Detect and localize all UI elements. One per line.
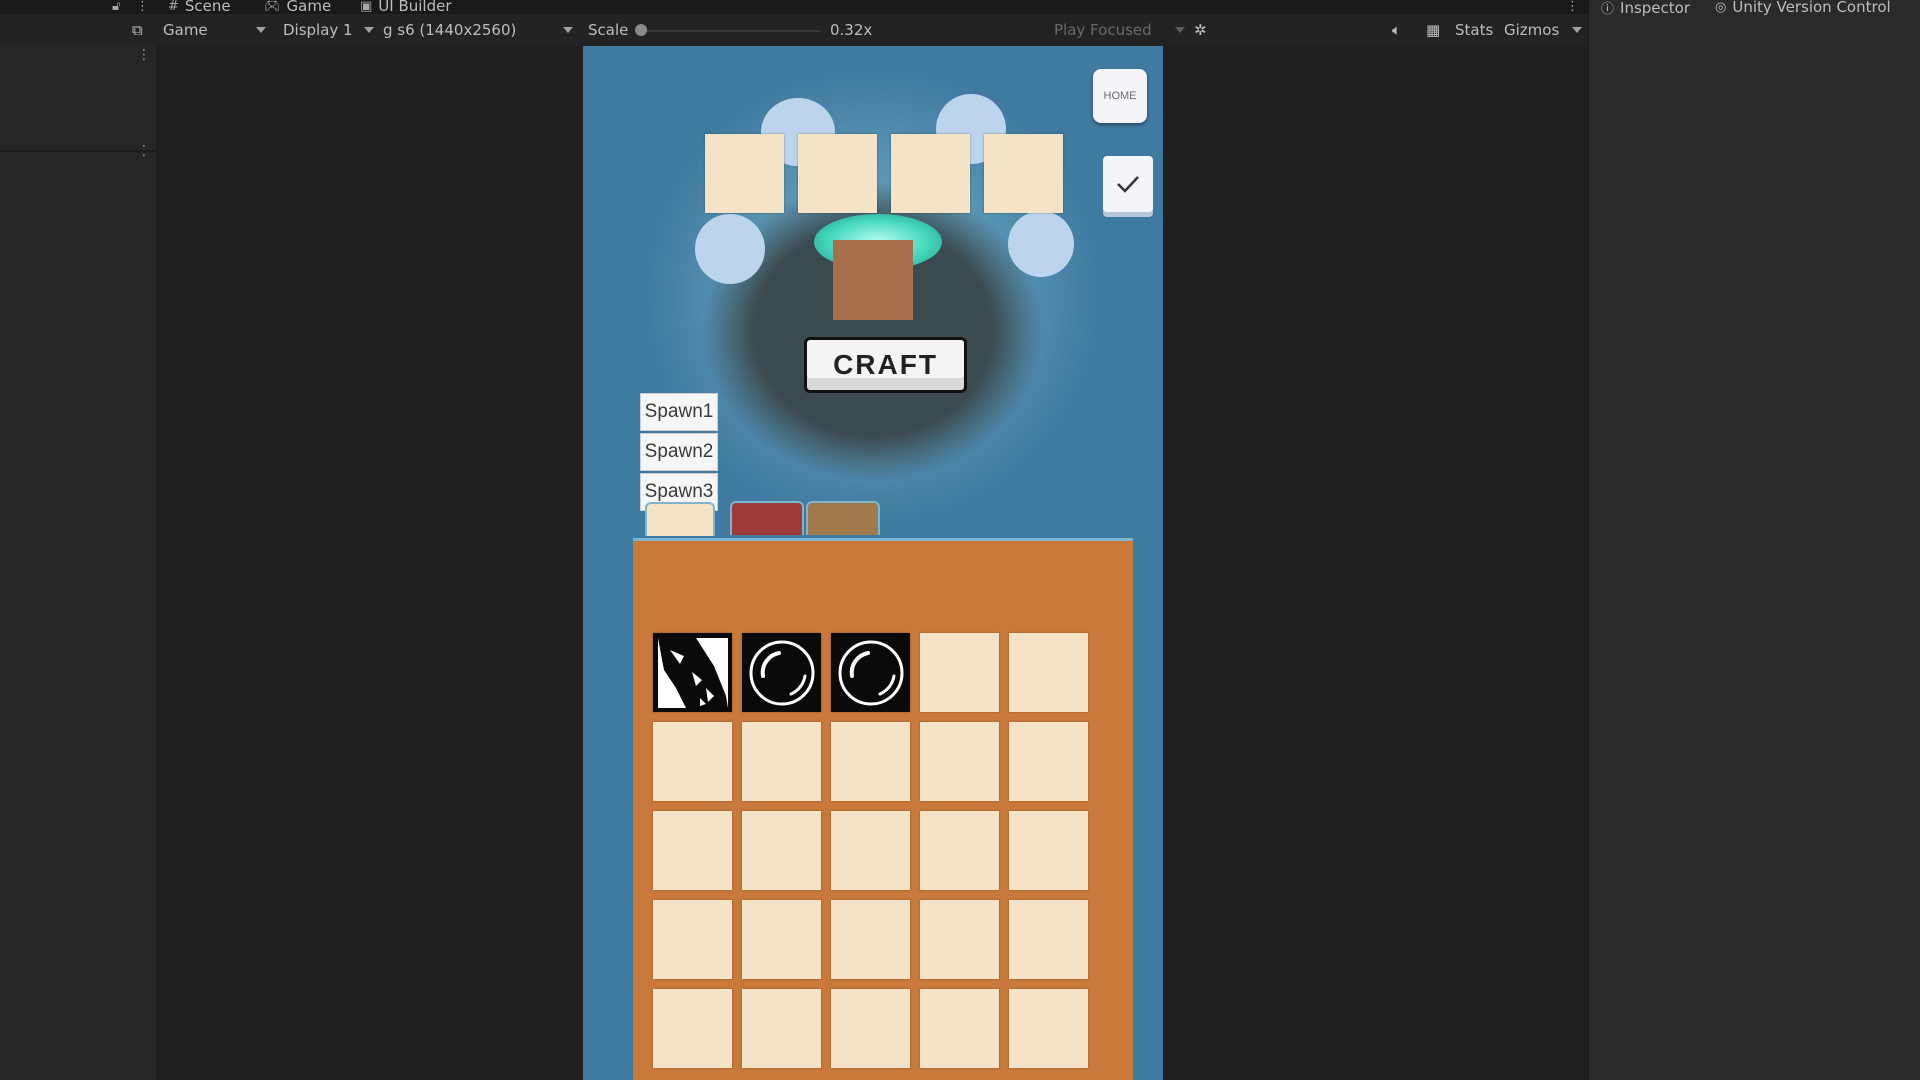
inventory-slot[interactable] [653,633,732,712]
bubble-orb-icon [838,640,903,705]
inspector-panel: ⓘ Inspector ◎ Unity Version Control [1588,0,1920,1080]
inventory-slot[interactable] [1009,811,1088,890]
version-control-icon: ◎ [1715,0,1727,15]
tab-ui-builder[interactable]: ▣ UI Builder [360,0,452,15]
game-view-toolbar: ⧉ Game Display 1 g s6 (1440x2560) Scale … [0,14,1588,47]
chevron-down-icon [256,27,266,33]
inventory-slot[interactable] [831,811,910,890]
inventory-slot[interactable] [653,989,732,1068]
tab-ui-builder-label: UI Builder [378,0,452,15]
inventory-slot[interactable] [831,633,910,712]
inventory-slot[interactable] [653,722,732,801]
inventory-slot[interactable] [1009,722,1088,801]
inventory-slot[interactable] [920,811,999,890]
stats-button[interactable]: Stats [1455,14,1493,46]
gizmos-label: Gizmos [1504,21,1560,39]
inventory-slot[interactable] [831,989,910,1068]
tab-options-dots[interactable]: ⋮ [1566,0,1579,14]
audio-speaker-icon[interactable]: 🔈︎ [1392,14,1401,46]
inventory-panel [633,538,1133,1080]
tab-scene[interactable]: # Scene [168,0,231,15]
ui-builder-icon: ▣ [360,0,373,14]
inventory-slot[interactable] [1009,633,1088,712]
inventory-slot[interactable] [742,633,821,712]
info-icon: ⓘ [1601,2,1615,17]
scale-slider-track[interactable] [640,30,820,32]
recipe-slot[interactable] [891,134,970,213]
inventory-slot[interactable] [742,900,821,979]
display-grid-icon[interactable]: ▦ [1426,14,1440,46]
tab-scene-label: Scene [184,0,231,15]
tab-inspector[interactable]: ⓘ Inspector [1601,0,1690,17]
spawn1-button[interactable]: Spawn1 [640,393,718,431]
display-dropdown[interactable]: Display 1 [283,14,374,46]
game-screen: HOME CRAFT Spawn1 Spawn2 Spawn3 [583,46,1163,1080]
spawn2-button[interactable]: Spawn2 [640,433,718,471]
inventory-slot[interactable] [920,633,999,712]
scale-slider-handle[interactable] [635,24,647,36]
debug-bug-icon[interactable]: ✲ [1194,14,1207,46]
game-view-icon[interactable]: ⧉ [132,14,143,46]
crystal-shard-icon [657,637,728,708]
chevron-down-icon [364,27,374,33]
display-value: Display 1 [283,21,353,39]
inventory-slot[interactable] [831,722,910,801]
inventory-slot[interactable] [831,900,910,979]
chevron-down-icon [1572,27,1582,33]
lock-icon[interactable]: 🔓︎ [112,0,120,14]
tab-game[interactable]: 🎮︎ Game [264,0,332,15]
craft-button[interactable]: CRAFT [804,337,967,393]
bubble-orb-icon [749,640,814,705]
inventory-slot[interactable] [653,900,732,979]
tab-version-control[interactable]: ◎ Unity Version Control [1715,0,1891,16]
tab-inspector-label: Inspector [1620,0,1690,17]
scale-label: Scale [588,21,629,39]
chevron-down-icon [1175,27,1185,33]
bubble-decoration [695,214,765,284]
inventory-slot[interactable] [742,989,821,1068]
recipe-slot[interactable] [798,134,877,213]
resolution-value: g s6 (1440x2560) [383,21,517,39]
inventory-tab[interactable] [645,502,715,536]
chevron-down-icon [563,27,573,33]
inventory-slot[interactable] [920,900,999,979]
play-mode-value: Play Focused [1054,21,1152,39]
inventory-slot[interactable] [742,811,821,890]
view-mode-dropdown[interactable]: Game [163,14,269,46]
tab-game-label: Game [286,0,332,15]
panel-divider [0,150,157,152]
recipe-slot[interactable] [984,134,1063,213]
left-panel: ⋮ ⋮ [0,46,158,1080]
result-slot[interactable] [833,240,913,320]
inventory-tab[interactable] [806,501,880,535]
tab-menu-dots[interactable]: ⋮ [136,0,149,14]
scale-value: 0.32x [830,21,873,39]
checkmark-icon [1117,176,1139,193]
inventory-slot[interactable] [742,722,821,801]
tab-version-control-label: Unity Version Control [1732,0,1891,16]
confirm-button[interactable] [1103,156,1153,212]
recipe-slot[interactable] [705,134,784,213]
inventory-slot[interactable] [920,989,999,1068]
panel-menu-dots[interactable]: ⋮ [137,48,151,62]
scene-grid-icon: # [168,0,179,14]
view-mode-value: Game [163,21,208,39]
inventory-slot[interactable] [1009,989,1088,1068]
gamepad-icon: 🎮︎ [264,0,281,14]
inventory-tab[interactable] [730,501,804,535]
inventory-slot[interactable] [1009,900,1088,979]
home-button[interactable]: HOME [1093,69,1147,123]
inventory-slot[interactable] [920,722,999,801]
gizmos-dropdown[interactable]: Gizmos [1504,14,1582,46]
bubble-decoration [1008,211,1074,277]
play-mode-dropdown[interactable]: Play Focused [1054,14,1185,46]
inventory-slot[interactable] [653,811,732,890]
resolution-dropdown[interactable]: g s6 (1440x2560) [383,14,576,46]
